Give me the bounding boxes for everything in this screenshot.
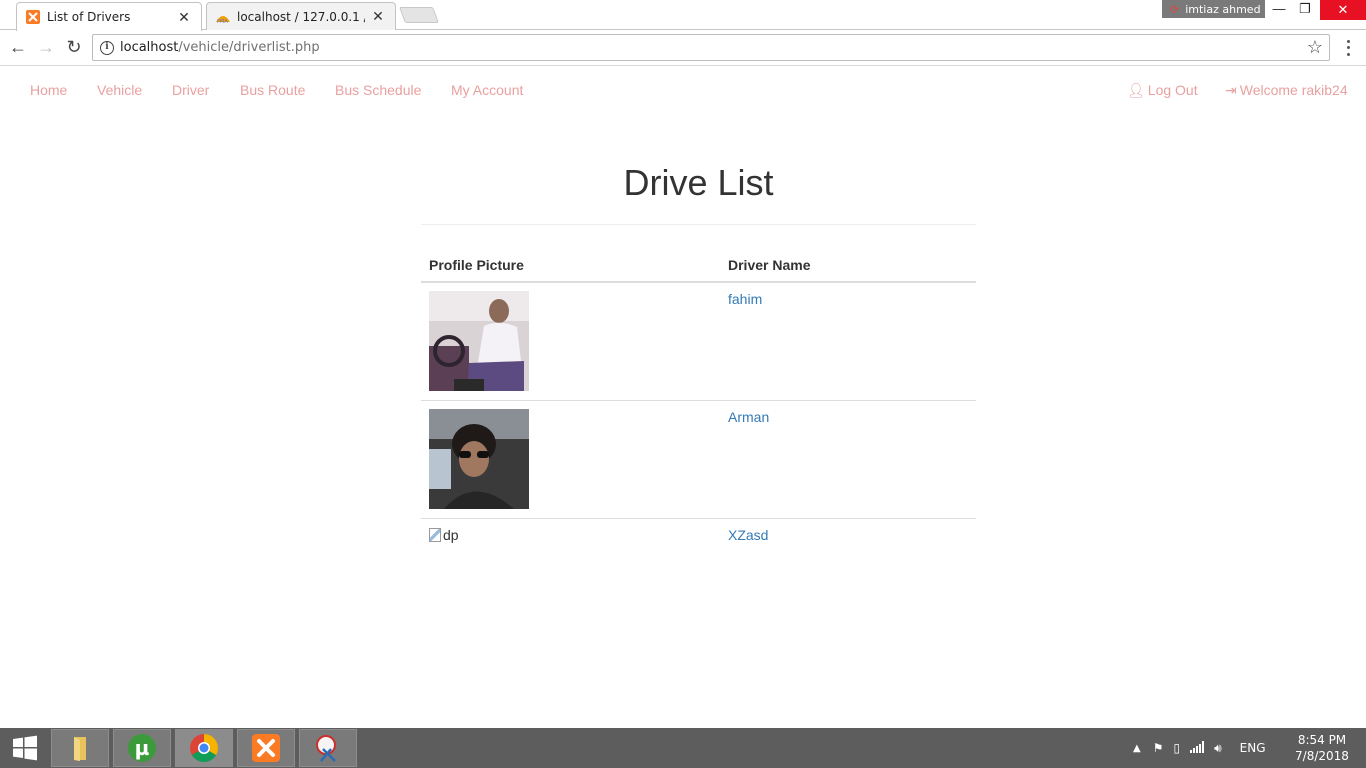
broken-image: dp: [429, 527, 459, 543]
browser-tabstrip: List of Drivers ✕ PMA localhost / 127.0.…: [0, 0, 1366, 31]
windows-taskbar: µ ▲ ⚑ ▯ 🔊︎ ENG 8:54 PM 7/8/2018: [0, 728, 1366, 768]
profile-picture-cell: dp: [421, 517, 720, 556]
profile-name: imtiaz ahmed: [1185, 2, 1261, 16]
chrome-icon: [190, 734, 218, 762]
browser-menu-icon[interactable]: [1340, 38, 1356, 58]
forward-arrow-icon[interactable]: →: [34, 36, 58, 60]
svg-text:PMA: PMA: [217, 19, 228, 24]
clock-date: 7/8/2018: [1295, 749, 1349, 763]
driver-name-cell: XZasd: [720, 517, 976, 556]
driver-photo: [429, 291, 529, 391]
tab-phpmyadmin[interactable]: PMA localhost / 127.0.0.1 / veh ✕: [206, 2, 396, 30]
close-tab-icon[interactable]: ✕: [177, 9, 191, 26]
user-icon: 👤︎: [1127, 82, 1145, 98]
taskbar-chrome[interactable]: [175, 729, 233, 767]
taskbar-xampp[interactable]: [237, 729, 295, 767]
nav-bus-schedule[interactable]: Bus Schedule: [335, 82, 421, 98]
driver-name-link[interactable]: Arman: [728, 409, 769, 425]
driver-photo: [429, 408, 529, 509]
tab-title: localhost / 127.0.0.1 / veh: [237, 9, 365, 24]
profile-icon: ⟳: [1170, 2, 1180, 16]
nav-vehicle[interactable]: Vehicle: [97, 82, 142, 98]
driver-name-link[interactable]: fahim: [728, 291, 762, 307]
nav-my-account[interactable]: My Account: [451, 82, 523, 98]
table-header-row: Profile Picture Driver Name: [421, 244, 976, 283]
driver-name-link[interactable]: XZasd: [728, 527, 768, 543]
driver-name-cell: Arman: [720, 399, 976, 518]
url-text[interactable]: localhost/vehicle/driverlist.php: [120, 40, 320, 55]
table-row: Arman: [421, 399, 976, 518]
nav-logout[interactable]: 👤︎ Log Out: [1127, 82, 1198, 99]
driver-table: Profile Picture Driver Name fahim Arman …: [421, 244, 976, 556]
svg-text:µ: µ: [135, 736, 150, 760]
divider: [421, 224, 976, 225]
new-tab-button[interactable]: [399, 7, 439, 23]
broken-image-icon: [429, 527, 441, 542]
profile-picture-cell: [421, 282, 720, 400]
taskbar-snipping-tool[interactable]: [299, 729, 357, 767]
xampp-icon: [25, 9, 41, 25]
tab-title: List of Drivers: [47, 10, 131, 24]
table-row: fahim: [421, 282, 976, 400]
taskbar-file-explorer[interactable]: [51, 729, 109, 767]
clock-time: 8:54 PM: [1297, 733, 1347, 747]
driver-name-cell: fahim: [720, 282, 976, 400]
welcome-label: Welcome rakib24: [1239, 82, 1348, 98]
bookmark-star-icon[interactable]: ☆: [1307, 37, 1323, 58]
sign-in-icon: ⇥: [1225, 82, 1237, 98]
logout-label: Log Out: [1147, 82, 1198, 98]
browser-toolbar: ← → ↻ i localhost/vehicle/driverlist.php…: [0, 30, 1366, 66]
system-tray: ▲ ⚑ ▯ 🔊︎ ENG: [1133, 728, 1266, 768]
info-icon[interactable]: i: [100, 40, 114, 55]
file-explorer-icon: [74, 737, 86, 761]
page-title: Drive List: [623, 162, 774, 203]
tab-list-of-drivers[interactable]: List of Drivers ✕: [16, 2, 202, 31]
nav-home[interactable]: Home: [30, 82, 67, 98]
close-window-button[interactable]: ✕: [1320, 0, 1366, 20]
phpmyadmin-icon: PMA: [215, 9, 231, 25]
back-arrow-icon[interactable]: ←: [6, 36, 30, 60]
close-tab-icon[interactable]: ✕: [371, 8, 385, 25]
image-alt-text: dp: [443, 526, 459, 543]
language-indicator[interactable]: ENG: [1240, 741, 1266, 755]
nav-driver[interactable]: Driver: [172, 82, 209, 98]
xampp-icon: [252, 734, 280, 762]
column-header-profile-picture: Profile Picture: [421, 244, 720, 283]
volume-icon[interactable]: 🔊︎: [1214, 741, 1222, 756]
battery-icon[interactable]: ▯: [1173, 741, 1180, 755]
windows-icon: [13, 735, 37, 761]
utorrent-icon: µ: [128, 734, 156, 762]
reload-icon[interactable]: ↻: [62, 36, 86, 60]
clock[interactable]: 8:54 PM 7/8/2018: [1290, 732, 1354, 764]
address-bar[interactable]: i localhost/vehicle/driverlist.php ☆: [92, 34, 1330, 61]
restore-button[interactable]: ❐: [1292, 0, 1318, 20]
profile-picture-cell: [421, 399, 720, 518]
show-hidden-icons-icon[interactable]: ▲: [1133, 743, 1141, 754]
snipping-tool-icon: [316, 735, 336, 762]
site-navbar: Home Vehicle Driver Bus Route Bus Schedu…: [0, 67, 1366, 115]
nav-bus-route[interactable]: Bus Route: [240, 82, 305, 98]
table-row: dp XZasd: [421, 517, 976, 556]
start-button[interactable]: [0, 728, 50, 768]
profile-badge[interactable]: ⟳ imtiaz ahmed: [1162, 0, 1265, 18]
nav-welcome[interactable]: ⇥ Welcome rakib24: [1225, 82, 1348, 99]
action-center-flag-icon[interactable]: ⚑: [1153, 741, 1164, 755]
network-signal-icon[interactable]: [1190, 740, 1205, 756]
column-header-driver-name: Driver Name: [720, 244, 976, 283]
taskbar-utorrent[interactable]: µ: [113, 729, 171, 767]
minimize-button[interactable]: —: [1266, 0, 1292, 20]
